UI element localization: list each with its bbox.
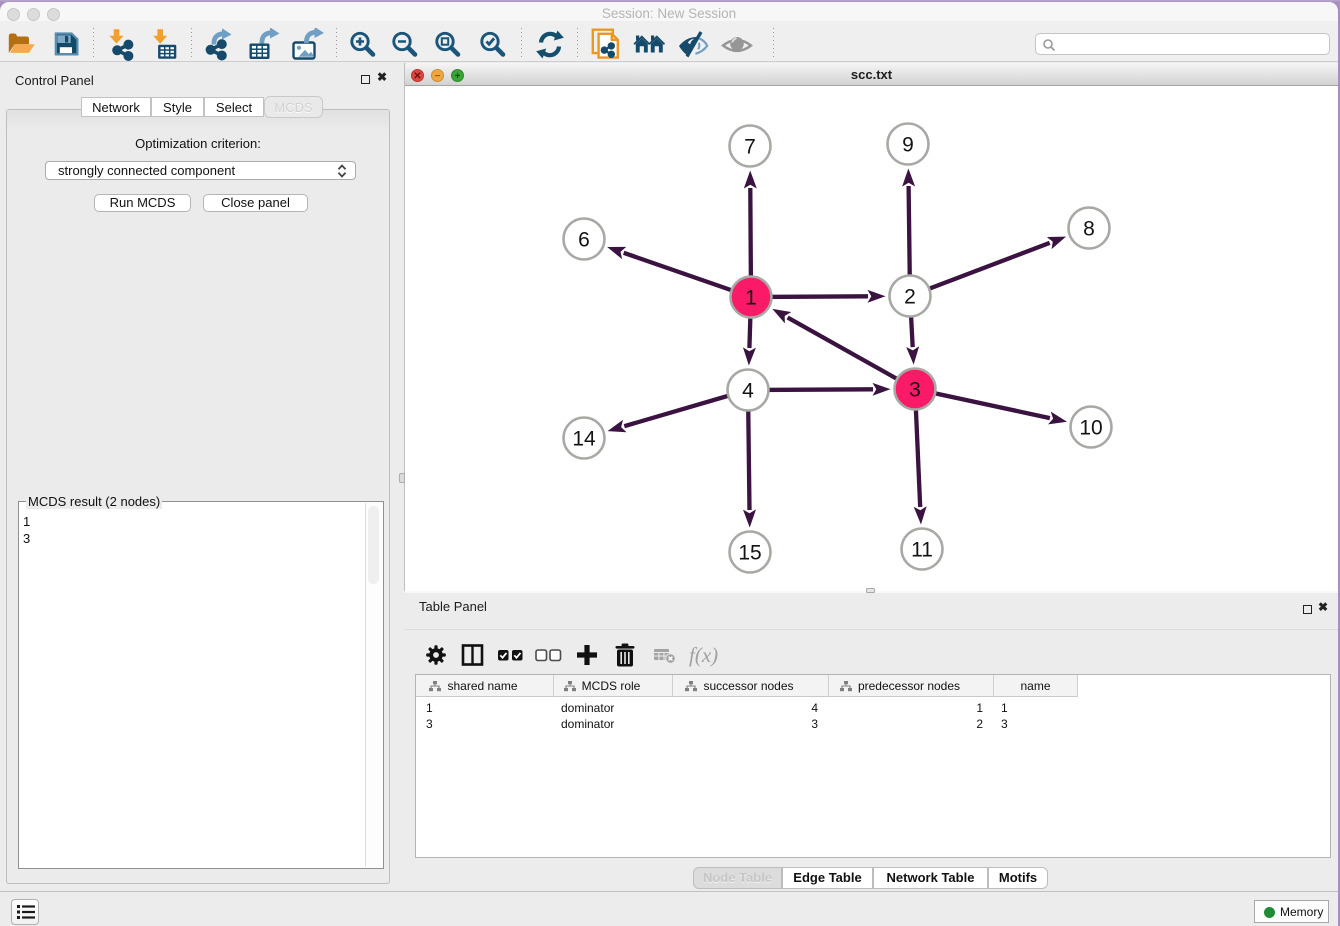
- svg-text:6: 6: [578, 229, 590, 252]
- svg-text:15: 15: [738, 542, 761, 565]
- svg-text:11: 11: [911, 539, 933, 562]
- svg-text:8: 8: [1083, 218, 1095, 241]
- svg-text:1: 1: [745, 287, 757, 310]
- svg-text:14: 14: [572, 428, 596, 451]
- svg-text:4: 4: [742, 380, 754, 403]
- svg-text:10: 10: [1079, 417, 1102, 440]
- svg-text:9: 9: [902, 134, 914, 157]
- svg-text:7: 7: [744, 136, 756, 159]
- svg-text:3: 3: [909, 379, 921, 402]
- svg-text:2: 2: [904, 286, 916, 309]
- svg-text:f(x): f(x): [689, 643, 718, 667]
